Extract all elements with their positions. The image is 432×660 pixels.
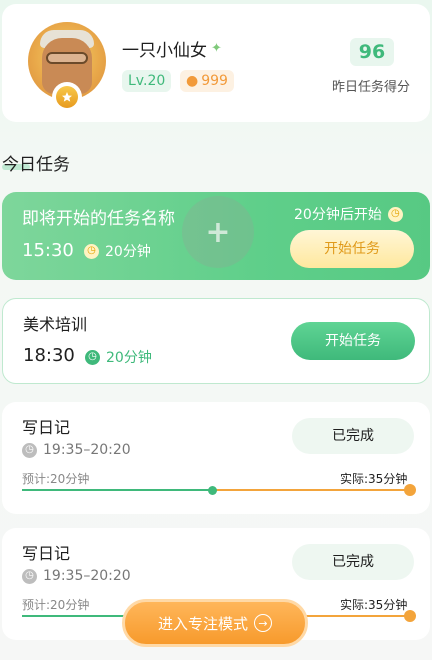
enter-focus-mode-button[interactable]: 进入专注模式 → xyxy=(122,599,308,647)
actual-end-dot xyxy=(404,610,416,622)
arrow-right-circle-icon: → xyxy=(254,614,272,632)
actual-end-dot xyxy=(404,484,416,496)
done-task-card[interactable]: 写日记 ◷ 19:35–20:20 已完成 预计:20分钟 实际:35分钟 xyxy=(2,402,430,514)
done-task-name: 写日记 xyxy=(22,418,71,437)
pending-task-time: 18:30 xyxy=(23,345,75,366)
coins-badge: ● 999 xyxy=(180,70,234,92)
upcoming-task-starts-in: 20分钟后开始 ◷ xyxy=(294,204,403,224)
pending-task-duration: ◷ 20分钟 xyxy=(85,347,152,367)
upcoming-task-name: 即将开始的任务名称 xyxy=(22,209,175,229)
done-task-name: 写日记 xyxy=(22,544,71,563)
pending-task-duration-text: 20分钟 xyxy=(106,350,152,366)
estimated-time: 预计:20分钟 xyxy=(22,472,90,486)
upcoming-task-card[interactable]: 即将开始的任务名称 15:30 ◷ 20分钟 + 20分钟后开始 ◷ 开始任务 xyxy=(2,192,430,280)
plus-icon: + xyxy=(205,214,231,250)
medal-badge-icon xyxy=(52,82,82,112)
estimated-progress-line xyxy=(22,489,212,491)
pending-task-name: 美术培训 xyxy=(23,315,88,334)
completed-status-button[interactable]: 已完成 xyxy=(292,418,414,454)
upcoming-task-duration-text: 20分钟 xyxy=(105,244,151,260)
yesterday-score: 96 xyxy=(350,38,394,66)
clock-icon: ◷ xyxy=(22,442,37,458)
clock-icon: ◷ xyxy=(85,349,100,365)
clock-icon: ◷ xyxy=(387,206,403,222)
clock-icon: ◷ xyxy=(22,568,37,584)
pending-task-card[interactable]: 美术培训 18:30 ◷ 20分钟 开始任务 xyxy=(2,298,430,384)
section-title: 今日任务 xyxy=(2,155,70,175)
fairy-icon: ✦ xyxy=(211,41,222,56)
starts-in-text: 20分钟后开始 xyxy=(294,207,382,223)
done-task-range: ◷ 19:35–20:20 xyxy=(22,568,131,584)
estimated-time: 预计:20分钟 xyxy=(22,598,90,612)
level-badge: Lv.20 xyxy=(122,70,172,92)
start-upcoming-task-button[interactable]: 开始任务 xyxy=(290,230,414,268)
done-task-range: ◷ 19:35–20:20 xyxy=(22,442,131,458)
yesterday-score-label: 昨日任务得分 xyxy=(332,80,411,95)
estimated-end-dot xyxy=(208,486,217,495)
focus-button-label: 进入专注模式 xyxy=(157,614,248,633)
badge-core xyxy=(56,86,78,108)
actual-time: 实际:35分钟 xyxy=(340,598,408,612)
avatar-glasses xyxy=(46,52,88,64)
upcoming-task-duration: ◷ 20分钟 xyxy=(84,241,151,261)
coin-icon: ● xyxy=(186,73,199,89)
profile-card: 一只小仙女 ✦ Lv.20 ● 999 96 昨日任务得分 xyxy=(2,4,430,122)
completed-status-button[interactable]: 已完成 xyxy=(292,544,414,580)
username-row: 一只小仙女 ✦ xyxy=(122,36,222,61)
badge-star-icon xyxy=(62,92,72,102)
coins-value: 999 xyxy=(201,73,228,89)
add-task-button[interactable]: + xyxy=(182,196,254,268)
start-pending-task-button[interactable]: 开始任务 xyxy=(291,322,415,360)
actual-time: 实际:35分钟 xyxy=(340,472,408,486)
done-task-range-text: 19:35–20:20 xyxy=(43,442,131,458)
upcoming-task-time: 15:30 xyxy=(22,240,74,261)
username: 一只小仙女 xyxy=(122,41,207,61)
overtime-progress-line xyxy=(212,489,410,491)
clock-icon: ◷ xyxy=(84,243,99,259)
done-task-range-text: 19:35–20:20 xyxy=(43,568,131,584)
